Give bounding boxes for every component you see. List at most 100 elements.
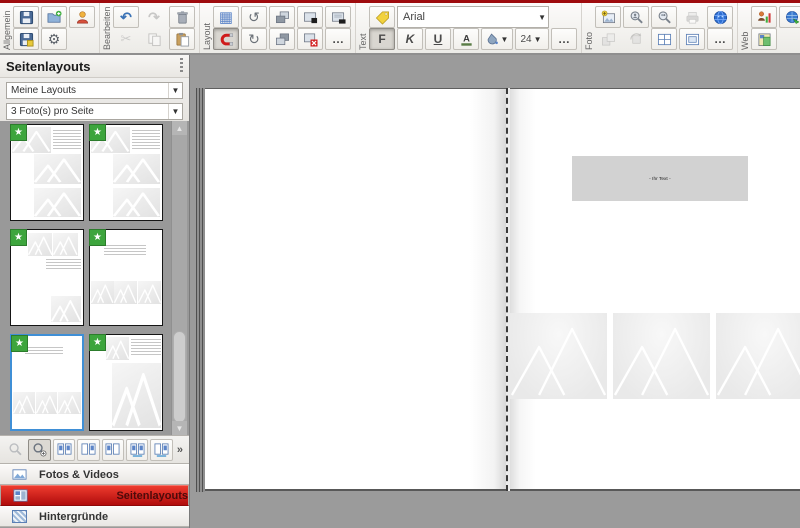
- redo-icon: ↷: [148, 9, 160, 26]
- sidebar-nav: Fotos & VideosSeitenlayouts Hintergründe: [0, 464, 189, 528]
- text-box-icon: [331, 10, 346, 25]
- font-color-button[interactable]: A: [453, 28, 479, 50]
- photo-placeholder-box[interactable]: [510, 313, 607, 399]
- share-button[interactable]: [751, 6, 777, 28]
- text-tag-button[interactable]: [369, 6, 395, 28]
- font-family-select[interactable]: Arial▼: [397, 6, 549, 28]
- more-text-button[interactable]: …: [551, 28, 577, 50]
- save-as-button[interactable]: [13, 28, 39, 50]
- panel-grip-handle[interactable]: [180, 58, 183, 74]
- more-layout-button[interactable]: …: [325, 28, 351, 50]
- send-backward-button[interactable]: [269, 6, 295, 28]
- redo-button: ↷: [141, 6, 167, 28]
- thumb-photo-box: [34, 154, 81, 183]
- scissors-icon: ✂: [121, 31, 132, 47]
- rotate-left-icon: ↺: [248, 9, 260, 26]
- thumb-text-box: [46, 259, 81, 269]
- italic-button[interactable]: K: [397, 28, 423, 50]
- save-button[interactable]: [13, 6, 39, 28]
- folder-open-icon: [47, 10, 62, 25]
- insert-photo-box-button[interactable]: [297, 6, 323, 28]
- print-icon: [685, 10, 700, 25]
- fill-color-button[interactable]: ▼: [481, 28, 513, 50]
- selected-font-value: Arial: [403, 11, 425, 23]
- layout-thumb-6[interactable]: ★: [89, 334, 163, 431]
- layout-thumb-3[interactable]: ★: [10, 229, 84, 326]
- view-spread-button-3[interactable]: [102, 439, 124, 461]
- layout-source-select[interactable]: Meine Layouts▼: [6, 82, 183, 99]
- settings-button[interactable]: ⚙: [41, 28, 67, 50]
- print-photo-button: [679, 6, 705, 28]
- open-button[interactable]: [41, 6, 67, 28]
- tag-icon: [375, 10, 390, 25]
- thumb-photo-box: [91, 281, 113, 304]
- page-editor-canvas[interactable]: - Ihr Text -: [190, 55, 800, 528]
- layout-thumb-1[interactable]: ★: [10, 124, 84, 221]
- layout-thumbnail-list: ★★★★★★ ▲ ▼: [0, 121, 189, 435]
- nav-fotos-videos[interactable]: Fotos & Videos: [0, 464, 189, 485]
- undo-button[interactable]: ↶: [113, 6, 139, 28]
- add-photo-button[interactable]: [595, 6, 621, 28]
- favorite-star-icon: ★: [89, 124, 106, 141]
- thumbnail-toolbar: »: [0, 435, 189, 464]
- paste-button[interactable]: [169, 28, 195, 50]
- tools-overflow-button[interactable]: »: [177, 444, 185, 456]
- underline-button[interactable]: U: [425, 28, 451, 50]
- toolbar-group-layout: Layout▦↺↻…: [200, 3, 356, 53]
- layout-thumb-2[interactable]: ★: [89, 124, 163, 221]
- font-size-select[interactable]: 24▼: [515, 28, 549, 50]
- photo-strip-icon: [601, 32, 616, 47]
- nav-label: Hintergründe: [39, 511, 108, 523]
- magnifier-people-icon: [657, 10, 672, 25]
- web-globe-button[interactable]: [779, 6, 800, 28]
- photos-per-page-select[interactable]: 3 Foto(s) pro Seite▼: [6, 103, 183, 120]
- view-spread-button-2[interactable]: [77, 439, 99, 461]
- layout-thumb-5-selected[interactable]: ★: [10, 334, 84, 431]
- assistant-button[interactable]: [69, 6, 95, 28]
- view-spread-button-5[interactable]: [150, 439, 172, 461]
- rotate-right-button[interactable]: ↻: [241, 28, 267, 50]
- panorama-button[interactable]: [707, 6, 733, 28]
- snap-magnet-button[interactable]: [213, 28, 239, 50]
- panel-title: Seitenlayouts: [6, 59, 91, 74]
- bold-button[interactable]: F: [369, 28, 395, 50]
- delete-box-icon: [303, 32, 318, 47]
- toolbar-group-text: TextArial▼FKUA▼24▼…: [356, 3, 582, 53]
- spread-2-icon: [81, 442, 96, 457]
- group-label: Allgemein: [3, 6, 12, 50]
- view-spread-button-4[interactable]: [126, 439, 148, 461]
- select-value: Meine Layouts: [11, 85, 76, 96]
- thumb-photo-box: [114, 281, 136, 304]
- insert-text-box-button[interactable]: [325, 6, 351, 28]
- thumbnail-scrollbar[interactable]: ▲ ▼: [171, 121, 187, 435]
- view-spread-button-1[interactable]: [53, 439, 75, 461]
- text-placeholder-box[interactable]: - Ihr Text -: [572, 156, 748, 201]
- delete-button[interactable]: [169, 6, 195, 28]
- thumb-text-box: [131, 339, 161, 356]
- scroll-down-icon[interactable]: ▼: [172, 421, 187, 435]
- rotate-left-button[interactable]: ↺: [241, 6, 267, 28]
- scrollbar-thumb[interactable]: [173, 331, 186, 423]
- photo-placeholder-box[interactable]: [716, 313, 800, 399]
- book-page-left[interactable]: [205, 88, 506, 491]
- book-page-right[interactable]: - Ihr Text -: [510, 88, 800, 491]
- nav-seitenlayouts-selected[interactable]: Seitenlayouts: [0, 485, 189, 506]
- delete-box-button[interactable]: [297, 28, 323, 50]
- web-album-button[interactable]: [751, 28, 777, 50]
- zoom-in-button[interactable]: [28, 439, 50, 461]
- grid-button[interactable]: ▦: [213, 6, 239, 28]
- dropdown-caret-icon: ▼: [499, 35, 511, 44]
- spread-5-icon: [154, 442, 169, 457]
- photo-frame-button[interactable]: [679, 28, 705, 50]
- photo-placeholder-box[interactable]: [613, 313, 710, 399]
- photo-table-button[interactable]: [651, 28, 677, 50]
- thumb-photo-box: [13, 392, 35, 414]
- more-photo-button[interactable]: …: [707, 28, 733, 50]
- bring-forward-button[interactable]: [269, 28, 295, 50]
- search-photos-button[interactable]: [623, 6, 649, 28]
- photobook-editor-app: Allgemein⚙Bearbeiten↶↷✂Layout▦↺↻…TextAri…: [0, 0, 800, 528]
- find-similar-button[interactable]: [651, 6, 677, 28]
- layout-thumb-4[interactable]: ★: [89, 229, 163, 326]
- nav-hintergruende[interactable]: Hintergründe: [0, 506, 189, 527]
- scroll-up-icon[interactable]: ▲: [172, 121, 187, 135]
